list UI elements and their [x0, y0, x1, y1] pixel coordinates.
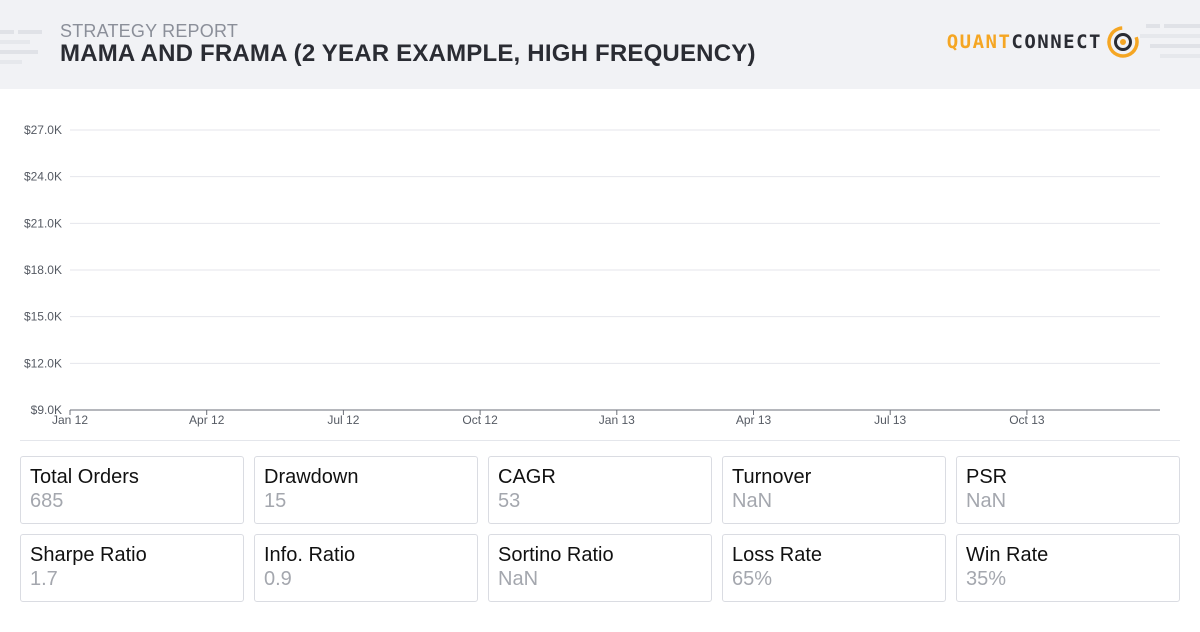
- stat-card: PSR NaN: [956, 456, 1180, 524]
- stat-card: Loss Rate 65%: [722, 534, 946, 602]
- y-tick-label: $21.0K: [24, 216, 62, 230]
- stat-label: Total Orders: [30, 466, 139, 488]
- logo-text-connect: CONNECT: [1011, 31, 1102, 53]
- stat-label: Info. Ratio: [264, 544, 356, 566]
- y-tick-label: $24.0K: [24, 170, 62, 184]
- y-tick-label: $27.0K: [24, 123, 62, 137]
- x-tick-label: Jul 12: [327, 413, 359, 427]
- y-tick-label: $12.0K: [24, 356, 62, 370]
- report-title: MAMA AND FRAMA (2 YEAR EXAMPLE, HIGH FRE…: [60, 40, 756, 67]
- stat-value: 0.9: [264, 568, 292, 590]
- stat-card: Win Rate 35%: [956, 534, 1180, 602]
- stat-value: NaN: [732, 490, 773, 512]
- stat-card: Sortino Ratio NaN: [488, 534, 712, 602]
- stat-card: Total Orders 685: [20, 456, 244, 524]
- equity-chart: $9.0K $12.0K $15.0K $18.0K $21.0K $24.0K $27.0…: [0, 110, 1200, 440]
- stat-value: NaN: [498, 568, 539, 590]
- stat-value: 65%: [732, 568, 773, 590]
- stat-label: Drawdown: [264, 466, 359, 488]
- stat-value: 1.7: [30, 568, 58, 590]
- stat-card: Info. Ratio 0.9: [254, 534, 478, 602]
- stat-value: NaN: [966, 490, 1007, 512]
- stat-label: Win Rate: [966, 544, 1049, 566]
- report-header: STRATEGY REPORT MAMA AND FRAMA (2 YEAR E…: [0, 0, 1200, 89]
- stat-label: Sortino Ratio: [498, 544, 614, 566]
- stat-label: Loss Rate: [732, 544, 823, 566]
- stat-card: Drawdown 15: [254, 456, 478, 524]
- header-left-decoration: [0, 30, 42, 64]
- logo-text-quant: QUANT: [946, 31, 1012, 53]
- section-divider: [20, 440, 1180, 441]
- stat-value: 685: [30, 490, 64, 512]
- stat-card: Turnover NaN: [722, 456, 946, 524]
- stat-value: 53: [498, 490, 521, 512]
- equity-chart-svg: $9.0K$12.0K$15.0K$18.0K$21.0K$24.0K$27.0…: [24, 123, 1160, 427]
- stat-card: Sharpe Ratio 1.7: [20, 534, 244, 602]
- stat-card: CAGR 53: [488, 456, 712, 524]
- stat-label: CAGR: [498, 466, 556, 488]
- y-tick-label: $18.0K: [24, 263, 62, 277]
- report-eyebrow: STRATEGY REPORT: [60, 21, 239, 41]
- stat-value: 35%: [966, 568, 1007, 590]
- x-tick-label: Jul 13: [874, 413, 906, 427]
- stat-label: PSR: [966, 466, 1008, 488]
- x-tick-label: Oct 12: [462, 413, 498, 427]
- x-tick-label: Apr 13: [736, 413, 772, 427]
- x-tick-label: Jan 13: [599, 413, 635, 427]
- stat-label: Turnover: [732, 466, 812, 488]
- statistics-grid: Total Orders 685 Drawdown 15 CAGR 53 Turnover N…: [20, 456, 1180, 602]
- stat-label: Sharpe Ratio: [30, 544, 147, 566]
- x-tick-label: Jan 12: [52, 413, 88, 427]
- x-tick-label: Apr 12: [189, 413, 225, 427]
- stat-value: 15: [264, 490, 287, 512]
- quantconnect-logo: QUANT CONNECT: [947, 24, 1140, 60]
- y-tick-label: $15.0K: [24, 310, 62, 324]
- quantconnect-logo-icon: [1107, 26, 1139, 58]
- header-right-decoration: [1140, 24, 1200, 58]
- x-tick-label: Oct 13: [1009, 413, 1045, 427]
